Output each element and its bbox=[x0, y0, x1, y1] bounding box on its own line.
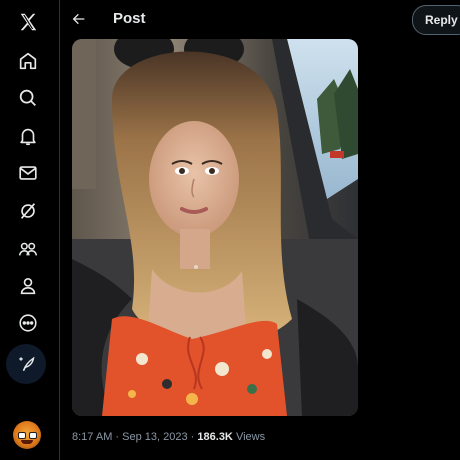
page-title: Post bbox=[113, 10, 146, 27]
post-photo[interactable] bbox=[72, 39, 358, 416]
more-icon[interactable] bbox=[8, 303, 48, 343]
back-button[interactable] bbox=[68, 8, 90, 30]
compose-button[interactable] bbox=[6, 344, 46, 384]
post-meta: 8:17 AM · Sep 13, 2023 · 186.3K Views bbox=[72, 431, 265, 443]
mail-icon[interactable] bbox=[8, 153, 48, 193]
arrow-left-icon bbox=[72, 13, 85, 25]
post-date[interactable]: Sep 13, 2023 bbox=[122, 431, 187, 443]
meta-separator: · bbox=[115, 431, 120, 443]
meta-separator: · bbox=[190, 431, 195, 443]
home-icon[interactable] bbox=[8, 41, 48, 81]
reply-button[interactable]: Reply bbox=[412, 5, 460, 35]
bell-icon[interactable] bbox=[8, 116, 48, 156]
avatar[interactable] bbox=[13, 421, 41, 449]
x-logo-icon[interactable] bbox=[8, 2, 48, 42]
views-count: 186.3K bbox=[197, 431, 233, 443]
views-label: Views bbox=[235, 431, 266, 443]
sidebar-nav bbox=[0, 0, 56, 460]
post-time[interactable]: 8:17 AM bbox=[72, 431, 112, 443]
search-icon[interactable] bbox=[8, 78, 48, 118]
grok-icon[interactable] bbox=[8, 191, 48, 231]
communities-icon[interactable] bbox=[8, 229, 48, 269]
compose-icon bbox=[19, 356, 35, 371]
profile-icon[interactable] bbox=[8, 266, 48, 306]
post-detail: Post Reply 8:17 AM · Sep 13, 2023 · 186.… bbox=[60, 0, 460, 460]
